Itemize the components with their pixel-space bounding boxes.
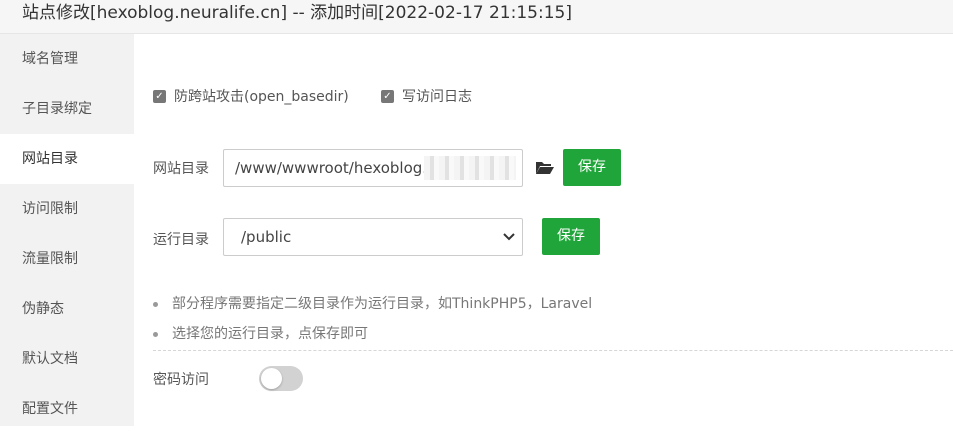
access-log-label: 写访问日志 [402,89,472,105]
chevron-down-icon [503,233,515,241]
anti-xss-label: 防跨站攻击(open_basedir) [174,89,349,105]
toggle-knob [261,368,282,389]
run-dir-label: 运行目录 [153,232,209,248]
bullet-icon [153,301,158,307]
window-titlebar: 站点修改[hexoblog.neuralife.cn] -- 添加时间[2022… [0,0,953,34]
run-dir-select[interactable]: /public [223,218,523,256]
checkbox-checked-icon: ✓ [381,89,394,103]
site-dir-save-button[interactable]: 保存 [563,149,621,186]
anti-xss-checkbox[interactable]: ✓ 防跨站攻击(open_basedir) [153,87,349,105]
folder-open-icon[interactable] [535,159,555,175]
password-access-toggle[interactable] [259,366,303,391]
tip-item: 部分程序需要指定二级目录作为运行目录，如ThinkPHP5，Laravel [153,293,592,313]
sidebar-item-domain[interactable]: 域名管理 [0,34,134,84]
window-title: 站点修改[hexoblog.neuralife.cn] -- 添加时间[2022… [22,3,572,23]
sidebar-item-default-doc[interactable]: 默认文档 [0,334,134,384]
sidebar-item-traffic-limit[interactable]: 流量限制 [0,234,134,284]
run-dir-selected-value: /public [241,228,292,246]
checkbox-checked-icon: ✓ [153,89,166,103]
password-access-label: 密码访问 [153,372,209,388]
sidebar-item-subdir-binding[interactable]: 子目录绑定 [0,84,134,134]
sidebar: 域名管理 子目录绑定 网站目录 访问限制 流量限制 伪静态 默认文档 配置文件 [0,34,134,426]
access-log-checkbox[interactable]: ✓ 写访问日志 [381,87,472,105]
bullet-icon [153,331,158,337]
redacted-blur [424,156,516,180]
sidebar-item-config-file[interactable]: 配置文件 [0,384,134,434]
run-dir-save-button[interactable]: 保存 [542,218,600,255]
sidebar-item-rewrite[interactable]: 伪静态 [0,284,134,334]
tip-item: 选择您的运行目录，点保存即可 [153,323,368,343]
site-dir-value: /www/wwwroot/hexoblog. [235,159,428,177]
sidebar-item-access-limit[interactable]: 访问限制 [0,184,134,234]
divider [153,350,953,351]
site-dir-label: 网站目录 [153,161,209,177]
sidebar-item-site-dir[interactable]: 网站目录 [0,134,134,184]
